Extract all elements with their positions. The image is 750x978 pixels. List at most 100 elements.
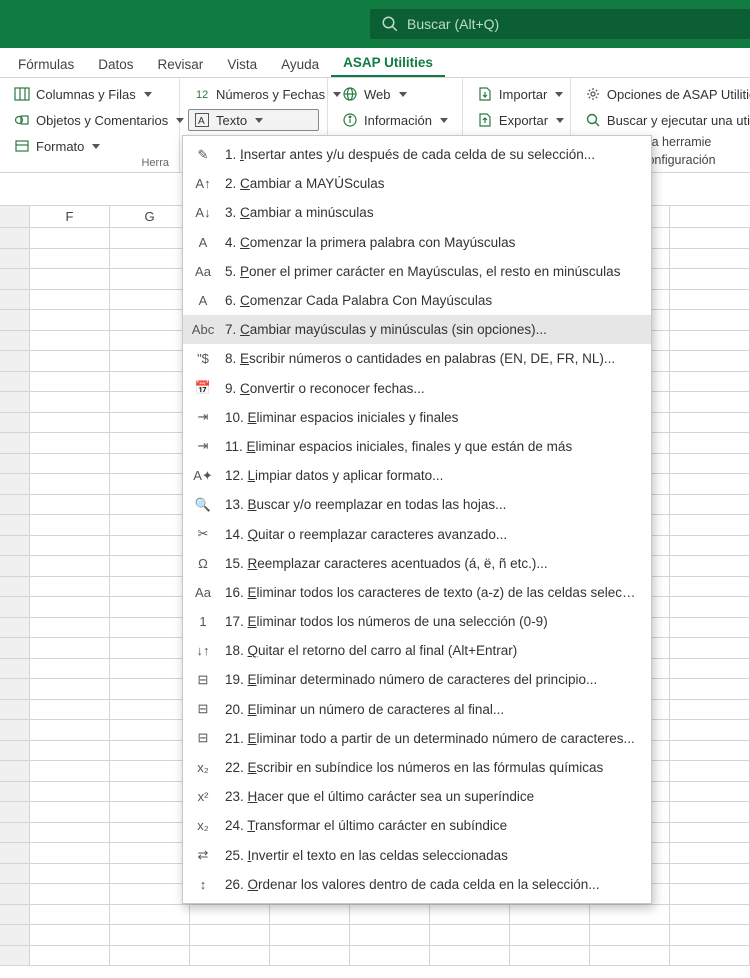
- menu-item-9[interactable]: 📅9. Convertir o reconocer fechas...: [183, 374, 651, 403]
- cell[interactable]: [110, 864, 190, 885]
- col-head[interactable]: G: [110, 206, 190, 227]
- cell[interactable]: [110, 700, 190, 721]
- row-head[interactable]: [0, 392, 30, 413]
- cell[interactable]: [110, 823, 190, 844]
- cell[interactable]: [510, 925, 590, 946]
- cell[interactable]: [670, 331, 750, 352]
- row-head[interactable]: [0, 433, 30, 454]
- cell[interactable]: [110, 454, 190, 475]
- row-head[interactable]: [0, 597, 30, 618]
- cell[interactable]: [30, 638, 110, 659]
- cell[interactable]: [30, 925, 110, 946]
- menu-item-8[interactable]: "$8. Escribir números o cantidades en pa…: [183, 344, 651, 373]
- row-head[interactable]: [0, 761, 30, 782]
- cell[interactable]: [30, 556, 110, 577]
- cell[interactable]: [30, 269, 110, 290]
- search-box[interactable]: Buscar (Alt+Q): [370, 9, 750, 39]
- cell[interactable]: [110, 720, 190, 741]
- cell[interactable]: [30, 843, 110, 864]
- cell[interactable]: [510, 946, 590, 967]
- menu-item-2[interactable]: A↑2. Cambiar a MAYÚSculas: [183, 169, 651, 198]
- cell[interactable]: [30, 372, 110, 393]
- row-head[interactable]: [0, 413, 30, 434]
- cell[interactable]: [670, 761, 750, 782]
- cell[interactable]: [110, 618, 190, 639]
- btn-columnas-filas[interactable]: Columnas y Filas: [8, 83, 171, 105]
- row-head[interactable]: [0, 515, 30, 536]
- menu-item-23[interactable]: x²23. Hacer que el último carácter sea u…: [183, 782, 651, 811]
- row-head[interactable]: [0, 454, 30, 475]
- col-head[interactable]: F: [30, 206, 110, 227]
- cell[interactable]: [110, 597, 190, 618]
- cell[interactable]: [30, 679, 110, 700]
- cell[interactable]: [270, 925, 350, 946]
- cell[interactable]: [110, 659, 190, 680]
- menu-item-5[interactable]: Aa5. Poner el primer carácter en Mayúscu…: [183, 257, 651, 286]
- row-head[interactable]: [0, 843, 30, 864]
- cell[interactable]: [110, 925, 190, 946]
- cell[interactable]: [590, 946, 670, 967]
- menu-item-16[interactable]: Aa16. Eliminar todos los caracteres de t…: [183, 578, 651, 607]
- cell[interactable]: [30, 433, 110, 454]
- cell[interactable]: [670, 310, 750, 331]
- cell[interactable]: [670, 884, 750, 905]
- cell[interactable]: [110, 515, 190, 536]
- cell[interactable]: [30, 577, 110, 598]
- cell[interactable]: [670, 269, 750, 290]
- cell[interactable]: [670, 638, 750, 659]
- row-head[interactable]: [0, 864, 30, 885]
- row-head[interactable]: [0, 638, 30, 659]
- cell[interactable]: [30, 331, 110, 352]
- cell[interactable]: [670, 413, 750, 434]
- menu-item-11[interactable]: ⇥11. Eliminar espacios iniciales, finale…: [183, 432, 651, 461]
- cell[interactable]: [670, 597, 750, 618]
- menu-item-10[interactable]: ⇥10. Eliminar espacios iniciales y final…: [183, 403, 651, 432]
- menu-item-13[interactable]: 🔍13. Buscar y/o reemplazar en todas las …: [183, 490, 651, 519]
- cell[interactable]: [30, 659, 110, 680]
- cell[interactable]: [30, 515, 110, 536]
- tab-ayuda[interactable]: Ayuda: [269, 51, 331, 77]
- cell[interactable]: [110, 331, 190, 352]
- cell[interactable]: [30, 351, 110, 372]
- cell[interactable]: [110, 802, 190, 823]
- cell[interactable]: [190, 925, 270, 946]
- cell[interactable]: [30, 761, 110, 782]
- cell[interactable]: [30, 884, 110, 905]
- cell[interactable]: [190, 946, 270, 967]
- cell[interactable]: [510, 905, 590, 926]
- row-head[interactable]: [0, 618, 30, 639]
- cell[interactable]: [110, 679, 190, 700]
- btn-exportar[interactable]: Exportar: [471, 109, 562, 131]
- btn-web[interactable]: Web: [336, 83, 454, 105]
- cell[interactable]: [350, 925, 430, 946]
- cell[interactable]: [670, 536, 750, 557]
- cell[interactable]: [30, 782, 110, 803]
- cell[interactable]: [30, 454, 110, 475]
- cell[interactable]: [670, 433, 750, 454]
- cell[interactable]: [30, 802, 110, 823]
- cell[interactable]: [110, 884, 190, 905]
- cell[interactable]: [30, 392, 110, 413]
- cell[interactable]: [430, 946, 510, 967]
- row-head[interactable]: [0, 782, 30, 803]
- cell[interactable]: [670, 823, 750, 844]
- cell[interactable]: [110, 310, 190, 331]
- cell[interactable]: [110, 433, 190, 454]
- menu-item-18[interactable]: ↓↑18. Quitar el retorno del carro al fin…: [183, 636, 651, 665]
- menu-item-20[interactable]: ⊟20. Eliminar un número de caracteres al…: [183, 695, 651, 724]
- cell[interactable]: [30, 413, 110, 434]
- row-head[interactable]: [0, 946, 30, 967]
- cell[interactable]: [110, 290, 190, 311]
- menu-item-4[interactable]: A4. Comenzar la primera palabra con Mayú…: [183, 228, 651, 257]
- select-all-corner[interactable]: [0, 206, 30, 227]
- menu-item-17[interactable]: 117. Eliminar todos los números de una s…: [183, 607, 651, 636]
- row-head[interactable]: [0, 884, 30, 905]
- cell[interactable]: [110, 638, 190, 659]
- cell[interactable]: [270, 905, 350, 926]
- cell[interactable]: [590, 925, 670, 946]
- tab-formulas[interactable]: Fórmulas: [6, 51, 86, 77]
- cell[interactable]: [110, 761, 190, 782]
- menu-item-26[interactable]: ↕26. Ordenar los valores dentro de cada …: [183, 870, 651, 899]
- row-head[interactable]: [0, 577, 30, 598]
- btn-opciones-asap[interactable]: Opciones de ASAP Utilitie: [579, 83, 750, 105]
